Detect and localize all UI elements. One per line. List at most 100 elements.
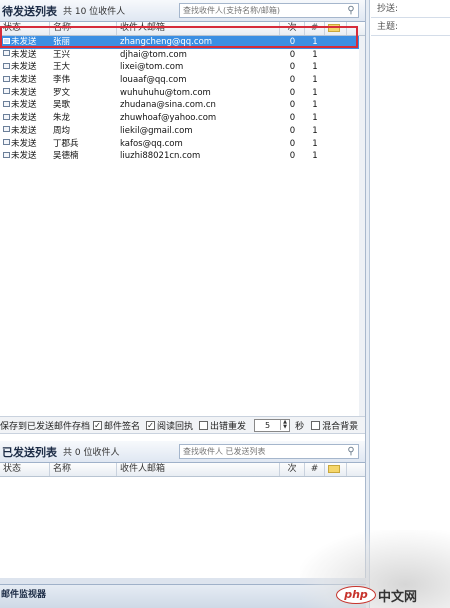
save-to-archive-option[interactable]: 保存到已发送邮件存档 [0, 419, 90, 432]
row-name: 周均 [53, 125, 71, 136]
column-status[interactable]: 状态 [0, 463, 50, 476]
row-status: 未发送 [0, 99, 50, 112]
mixed-background-checkbox[interactable] [311, 420, 321, 430]
row-count: 0 [289, 100, 296, 111]
retry-option[interactable]: 出错重发 [199, 419, 246, 432]
row-name: 李伟 [53, 75, 71, 86]
row-name: 王兴 [53, 49, 71, 60]
mail-monitor-label: 邮件监视器 [1, 590, 47, 600]
pending-count: 共 10 位收件人 [63, 7, 126, 17]
row-name: 丁郡兵 [53, 138, 79, 149]
row-email: kafos@qq.com [120, 138, 183, 149]
read-receipt-checkbox[interactable]: ✓ [146, 420, 156, 430]
row-count: 0 [289, 151, 296, 162]
row-index: 1 [312, 62, 318, 73]
retry-checkbox[interactable] [199, 420, 209, 430]
row-name: 朱龙 [53, 113, 71, 124]
table-row[interactable]: 未发送 张丽 zhangcheng@qq.com 0 1 [0, 36, 365, 49]
table-row[interactable]: 未发送 丁郡兵 kafos@qq.com 0 1 [0, 138, 365, 151]
row-flag [325, 150, 347, 163]
sent-count: 共 0 位收件人 [63, 448, 120, 458]
signature-option[interactable]: ✓ 邮件签名 [93, 419, 140, 432]
watermark-text: 中文网 [378, 589, 418, 605]
signature-checkbox[interactable]: ✓ [93, 420, 103, 430]
stepper-arrows-icon[interactable]: ▲ ▼ [280, 420, 289, 430]
row-flag [325, 74, 347, 87]
envelope-icon [3, 113, 10, 120]
row-status: 未发送 [0, 61, 50, 74]
pending-search-box[interactable]: ⚲ [179, 3, 359, 18]
sent-column-header: 状态 名称 收件人邮箱 次 # [0, 463, 365, 477]
row-status-text: 未发送 [11, 62, 37, 73]
envelope-icon [3, 139, 10, 145]
column-count[interactable]: 次 [280, 463, 305, 476]
column-flag[interactable] [325, 463, 347, 476]
signature-label: 邮件签名 [104, 421, 141, 432]
row-email: liuzhi88021cn.com [120, 151, 201, 162]
row-email: lixei@tom.com [120, 62, 184, 73]
row-status: 未发送 [0, 125, 50, 138]
row-status-text: 未发送 [11, 113, 37, 124]
row-index: 1 [312, 37, 318, 47]
column-name[interactable]: 名称 [50, 463, 117, 476]
row-status-text: 未发送 [11, 100, 37, 111]
row-status-text: 未发送 [11, 49, 37, 60]
column-flag[interactable] [325, 22, 347, 35]
row-count: 0 [289, 138, 296, 149]
row-count: 0 [289, 62, 296, 73]
row-count: 0 [289, 75, 296, 86]
splitter[interactable] [366, 0, 370, 608]
table-row[interactable]: 未发送 罗文 wuhuhuhu@tom.com 0 1 [0, 87, 365, 100]
row-status: 未发送 [0, 138, 50, 151]
row-name: 吴德楠 [53, 151, 79, 162]
subject-field-label: 主题: [371, 18, 450, 36]
retry-seconds-value[interactable]: 5 [255, 421, 280, 430]
row-index: 1 [312, 49, 318, 60]
row-flag [325, 49, 347, 62]
row-email: zhangcheng@qq.com [120, 37, 213, 47]
sent-search-box[interactable]: ⚲ [179, 444, 359, 459]
table-row[interactable]: 未发送 王大 lixei@tom.com 0 1 [0, 61, 365, 74]
table-row[interactable]: 未发送 王兴 djhai@tom.com 0 1 [0, 49, 365, 62]
sent-list-title: 已发送列表 [2, 445, 57, 459]
sent-search-input[interactable] [183, 447, 344, 456]
pending-list[interactable]: 未发送 张丽 zhangcheng@qq.com 0 1 未发送 王兴 djhai@tom.c… [0, 36, 365, 416]
row-email: louaaf@qq.com [120, 75, 187, 86]
row-email: wuhuhuhu@tom.com [120, 87, 211, 98]
row-flag [325, 112, 347, 125]
read-receipt-option[interactable]: ✓ 阅读回执 [146, 419, 193, 432]
retry-seconds-stepper[interactable]: 5 ▲ ▼ [254, 418, 291, 432]
flag-icon [328, 465, 340, 473]
read-receipt-label: 阅读回执 [157, 421, 194, 432]
column-name[interactable]: 名称 [50, 22, 117, 35]
table-row[interactable]: 未发送 李伟 louaaf@qq.com 0 1 [0, 74, 365, 87]
table-row[interactable]: 未发送 吴德楠 liuzhi88021cn.com 0 1 [0, 150, 365, 163]
row-status: 未发送 [0, 112, 50, 125]
column-index[interactable]: # [305, 463, 325, 476]
table-row[interactable]: 未发送 朱龙 zhuwhoaf@yahoo.com 0 1 [0, 112, 365, 125]
envelope-icon [3, 62, 10, 69]
row-email: djhai@tom.com [120, 49, 187, 60]
row-flag [325, 125, 347, 138]
pending-list-title: 待发送列表 [2, 4, 57, 18]
pending-search-input[interactable] [183, 6, 344, 15]
scrollbar[interactable] [359, 36, 365, 416]
column-status[interactable]: 状态 [0, 22, 50, 35]
column-index[interactable]: # [305, 22, 325, 35]
mixed-background-label: 混合背景 [322, 421, 359, 432]
column-email[interactable]: 收件人邮箱 [117, 463, 280, 476]
search-icon[interactable]: ⚲ [344, 445, 358, 458]
mixed-background-option[interactable]: 混合背景 [311, 419, 358, 432]
envelope-icon [3, 100, 10, 107]
row-status-text: 未发送 [11, 37, 37, 47]
envelope-icon [3, 88, 10, 95]
search-icon[interactable]: ⚲ [344, 4, 358, 17]
column-email[interactable]: 收件人邮箱 [117, 22, 280, 35]
row-flag [325, 36, 347, 49]
row-index: 1 [312, 100, 318, 111]
table-row[interactable]: 未发送 周均 liekil@gmail.com 0 1 [0, 125, 365, 138]
column-count[interactable]: 次 [280, 22, 305, 35]
table-row[interactable]: 未发送 吴歌 zhudana@sina.com.cn 0 1 [0, 99, 365, 112]
row-status-text: 未发送 [11, 87, 37, 98]
row-index: 1 [312, 151, 318, 162]
